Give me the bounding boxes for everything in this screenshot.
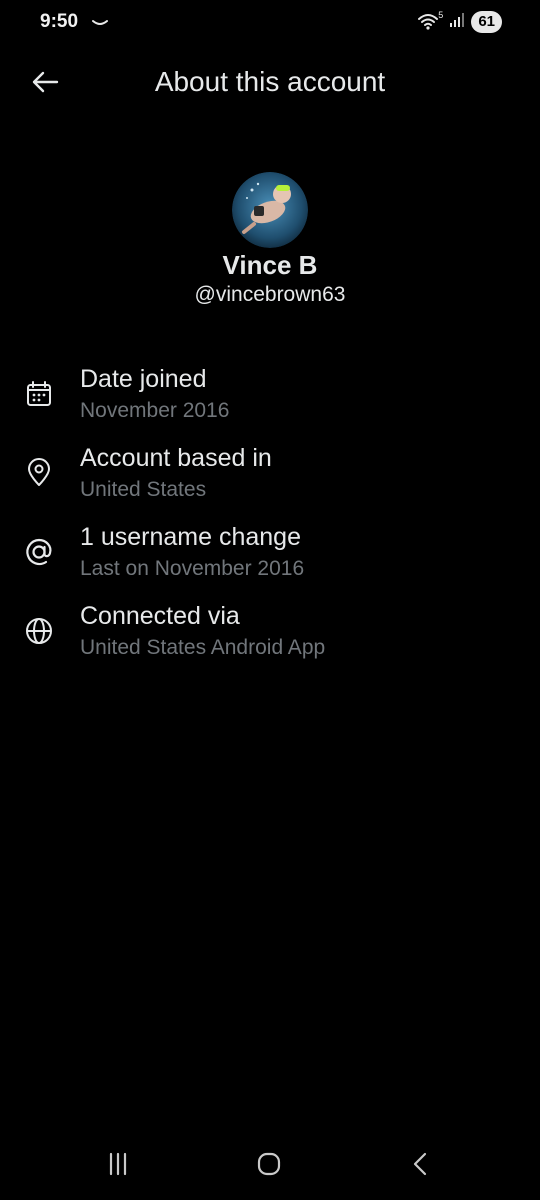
network-type-label: 5 bbox=[438, 10, 444, 20]
info-subtitle: November 2016 bbox=[80, 399, 230, 422]
info-title: Date joined bbox=[80, 365, 207, 393]
home-button[interactable] bbox=[239, 1144, 299, 1184]
recent-apps-icon bbox=[109, 1152, 127, 1176]
status-indicators: 5 61 bbox=[417, 10, 502, 33]
info-subtitle: United States bbox=[80, 478, 207, 501]
avatar[interactable] bbox=[232, 172, 308, 248]
system-back-button[interactable] bbox=[390, 1144, 450, 1184]
profile-name: Vince B bbox=[222, 250, 318, 280]
info-title: Account based in bbox=[80, 444, 272, 472]
status-bar: 9:50 5 61 bbox=[0, 0, 540, 46]
location-pin-icon bbox=[22, 456, 56, 490]
list-item-connected-via: Connected via United States Android App bbox=[0, 600, 540, 679]
calendar-icon bbox=[22, 377, 56, 411]
notification-icon bbox=[90, 8, 110, 28]
globe-icon bbox=[22, 614, 56, 648]
battery-indicator: 61 bbox=[471, 11, 502, 33]
signal-icon bbox=[449, 12, 465, 33]
list-item-account-based-in: Account based in United States bbox=[0, 442, 540, 521]
list-item-username-changes: 1 username change Last on November 2016 bbox=[0, 521, 540, 600]
status-time: 9:50 bbox=[40, 11, 79, 32]
chevron-left-icon bbox=[413, 1152, 427, 1176]
info-title: Connected via bbox=[80, 602, 240, 630]
wifi-icon: 5 bbox=[417, 10, 444, 32]
profile-handle: @vincebrown63 bbox=[194, 283, 346, 306]
list-item-date-joined: Date joined November 2016 bbox=[0, 363, 540, 442]
account-info-list: Date joined November 2016 Account based … bbox=[0, 363, 540, 679]
info-subtitle: Last on November 2016 bbox=[80, 557, 305, 580]
top-app-bar: About this account bbox=[0, 54, 540, 110]
at-sign-icon bbox=[22, 535, 56, 569]
system-navigation-bar bbox=[0, 1130, 540, 1200]
recent-apps-button[interactable] bbox=[88, 1144, 148, 1184]
home-icon bbox=[257, 1152, 281, 1176]
info-title: 1 username change bbox=[80, 523, 301, 551]
page-title: About this account bbox=[154, 66, 386, 97]
info-subtitle: United States Android App bbox=[80, 636, 326, 659]
